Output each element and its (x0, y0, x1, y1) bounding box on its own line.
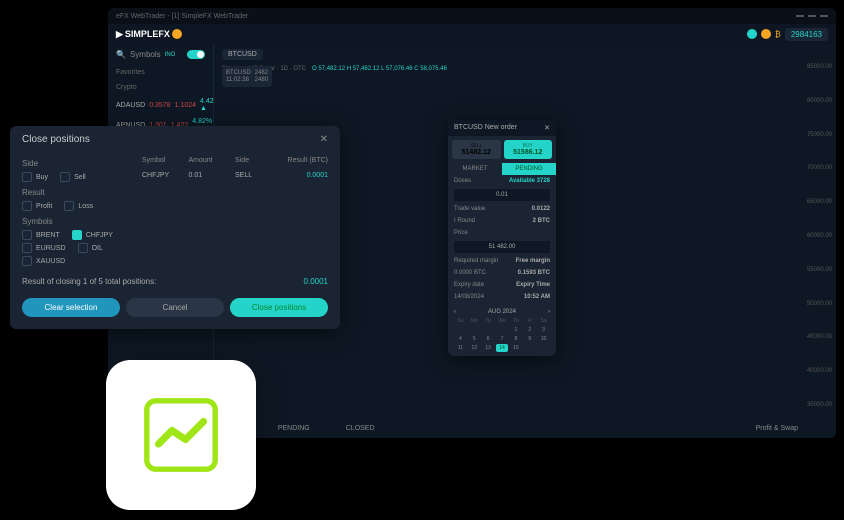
cb-brent[interactable]: BRENT (22, 230, 60, 240)
qty-input[interactable]: 0.01 (454, 189, 550, 201)
brand-card (106, 360, 256, 510)
cb-buy[interactable]: Buy (22, 172, 48, 182)
sell-box[interactable]: SELL51482.12 (452, 140, 501, 159)
cb-chfjpy[interactable]: CHFJPY (72, 230, 113, 240)
cb-xauusd[interactable]: XAUUSD (22, 256, 65, 266)
buy-box[interactable]: BUY51586.12 (504, 140, 553, 159)
topbar: ▶SIMPLEFX ₿ 2984163 (108, 24, 836, 44)
status-icon (747, 29, 757, 39)
profit-swap: Profit & Swap (756, 425, 798, 432)
y-axis: 85000.0080000.0075000.0070000.0065000.00… (806, 64, 836, 408)
clear-button[interactable]: Clear selection (22, 298, 120, 317)
cb-eurusd[interactable]: EURUSD (22, 243, 66, 253)
close-positions-modal: Close positions ✕ Side Buy Sell Result P… (10, 126, 340, 329)
section-favorites: Favorites (108, 65, 213, 80)
chart-footer: OPEN PENDING CLOSED Profit & Swap (214, 418, 806, 438)
tab-pending[interactable]: PENDING (502, 163, 556, 175)
brand-logo: ▶SIMPLEFX (116, 29, 182, 40)
cb-sell[interactable]: Sell (60, 172, 86, 182)
window-title: eFX WebTrader - [1] SimpleFX WebTrader (116, 13, 248, 20)
tab-closed[interactable]: CLOSED (338, 423, 383, 434)
sidebar-title: Symbols (130, 50, 161, 59)
cb-profit[interactable]: Profit (22, 201, 52, 211)
sidebar-row[interactable]: ADAUSD0.35781.10244.42% ▲ (108, 95, 213, 115)
btc-icon: ₿ (775, 30, 781, 39)
ticker[interactable]: BTCUSD11:02:38 24822480 (222, 66, 272, 87)
section-crypto: Crypto (108, 80, 213, 95)
pair-tab[interactable]: BTCUSD (222, 49, 263, 60)
cb-loss[interactable]: Loss (64, 201, 93, 211)
tab-market[interactable]: MARKET (448, 163, 502, 175)
modal-title: Close positions (22, 134, 90, 145)
chart-logo-icon (136, 390, 226, 480)
new-order-modal: BTCUSD New order✕ SELL51482.12 BUY51586.… (448, 120, 556, 356)
chart-ohlc: O 57,482.12 H 57,482.12 L 57,076.46 C 58… (312, 66, 447, 72)
price-input[interactable]: 51 482.00 (454, 241, 550, 253)
balance[interactable]: 2984163 (785, 28, 828, 41)
calendar[interactable]: ‹AUG 2024› SuMoTuWeThFrSa123456789101112… (448, 303, 556, 356)
tab-pending[interactable]: PENDING (270, 423, 318, 434)
notif-icon[interactable] (761, 29, 771, 39)
titlebar: eFX WebTrader - [1] SimpleFX WebTrader (108, 8, 836, 24)
window-controls[interactable] (796, 15, 828, 17)
cancel-button[interactable]: Cancel (126, 298, 224, 317)
table-row[interactable]: CHFJPY0.01SELL0.0001 (142, 168, 328, 183)
close-icon[interactable]: ✕ (320, 134, 328, 145)
fav-toggle[interactable] (187, 50, 205, 59)
cb-oil[interactable]: OIL (78, 243, 103, 253)
search-icon[interactable]: 🔍 (116, 50, 126, 59)
close-positions-button[interactable]: Close positions (230, 298, 328, 317)
close-icon[interactable]: ✕ (544, 124, 550, 132)
